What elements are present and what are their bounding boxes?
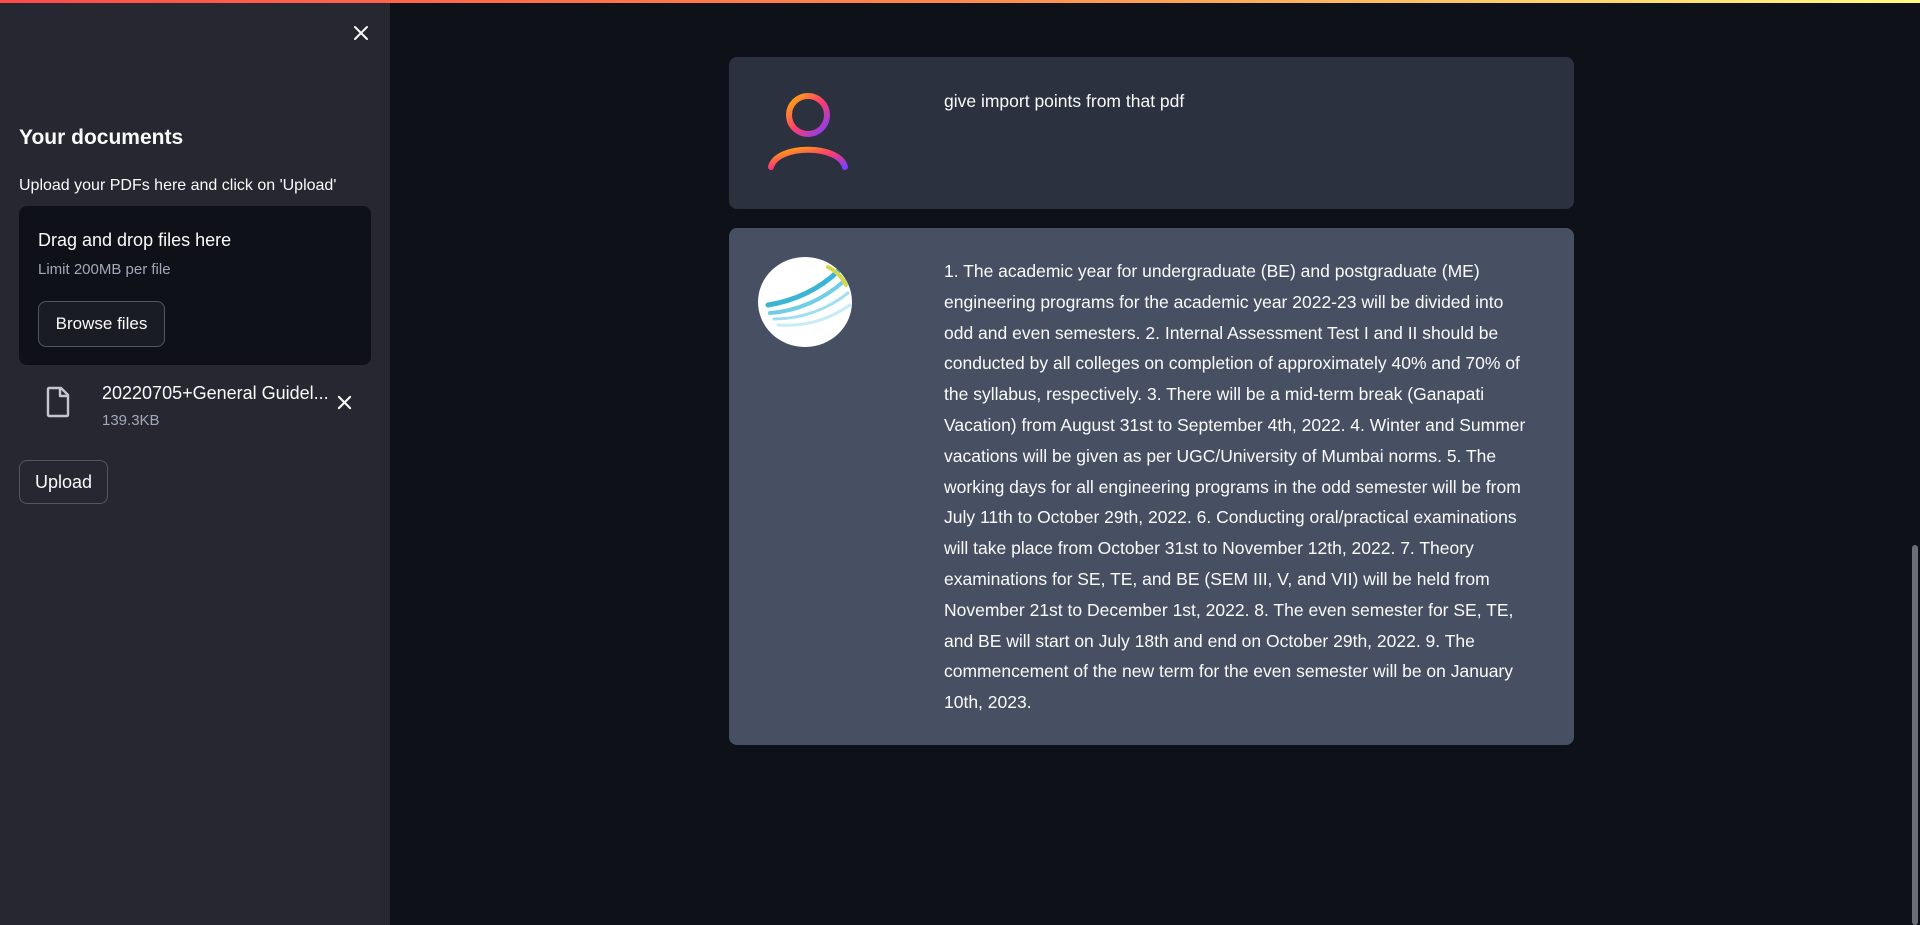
message-text: give import points from that pdf [944, 91, 1185, 111]
remove-file-button[interactable] [330, 388, 358, 416]
dropzone-limit: Limit 200MB per file [38, 261, 171, 278]
file-size: 139.3KB [102, 412, 160, 429]
browse-files-button[interactable]: Browse files [38, 301, 165, 347]
sidebar-close-button[interactable] [344, 16, 378, 50]
file-dropzone[interactable]: Drag and drop files here Limit 200MB per… [19, 206, 371, 365]
upload-label: Upload your PDFs here and click on 'Uplo… [19, 177, 337, 194]
bot-logo-icon [758, 257, 852, 347]
message-text: 1. The academic year for undergraduate (… [944, 261, 1526, 713]
upload-button[interactable]: Upload [19, 460, 108, 504]
dropzone-title: Drag and drop files here [38, 230, 232, 250]
uploaded-file-item: 20220705+General Guidel... 139.3KB [19, 378, 371, 434]
user-icon [763, 87, 853, 182]
chat-message-user: give import points from that pdf [729, 57, 1574, 209]
chat-message-bot: 1. The academic year for undergraduate (… [729, 228, 1574, 745]
chat-main: give import points from that pdf 1. The … [390, 0, 1920, 925]
file-icon [45, 386, 71, 423]
close-icon [337, 395, 351, 409]
top-accent-bar [0, 0, 1920, 3]
sidebar: Your documents Upload your PDFs here and… [0, 0, 390, 925]
scrollbar-thumb[interactable] [1912, 545, 1918, 925]
file-name: 20220705+General Guidel... [102, 383, 329, 403]
close-icon [354, 26, 368, 40]
sidebar-title: Your documents [19, 126, 184, 149]
